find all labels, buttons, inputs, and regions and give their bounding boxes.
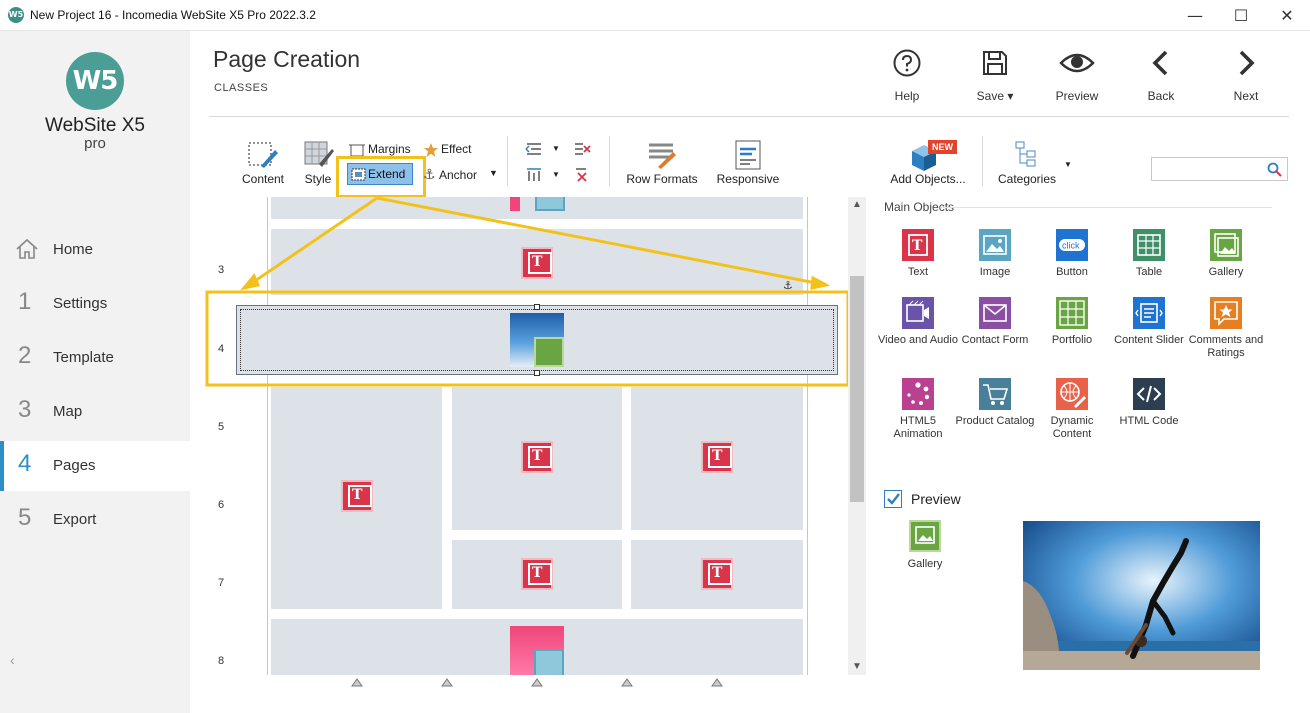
scroll-down-icon[interactable]: ▼	[852, 661, 862, 672]
object-comments-and-ratings[interactable]: Comments and Ratings	[1186, 297, 1266, 367]
html-code-icon	[1133, 378, 1165, 410]
gallery-preview-image	[1023, 521, 1260, 670]
yoga-photo	[1023, 521, 1260, 670]
object-label: Image	[979, 266, 1011, 278]
object-label: Text	[907, 266, 929, 278]
scroll-up-icon[interactable]: ▲	[852, 199, 862, 210]
preview-checkbox[interactable]	[884, 490, 902, 508]
object-button[interactable]: click Button	[1032, 229, 1112, 299]
object-label: Content Slider	[1114, 334, 1184, 346]
scrollbar-thumb[interactable]	[850, 276, 864, 502]
section-divider	[940, 207, 1272, 208]
object-video-and-audio[interactable]: Video and Audio	[878, 297, 958, 367]
checkmark-icon	[887, 493, 900, 505]
gallery-glyph	[915, 526, 935, 544]
object-html5-animation[interactable]: HTML5 Animation	[878, 378, 958, 448]
object-label: Gallery	[1208, 266, 1244, 278]
object-content-slider[interactable]: Content Slider	[1109, 297, 1189, 367]
portfolio-object-icon	[1056, 297, 1088, 329]
button-object-icon: click	[1056, 229, 1088, 261]
dynamic-content-icon	[1056, 378, 1088, 410]
object-html-code[interactable]: HTML Code	[1109, 378, 1189, 448]
object-label: Comments and Ratings	[1188, 334, 1264, 359]
object-label: HTML Code	[1119, 415, 1179, 427]
object-image[interactable]: Image	[955, 229, 1035, 299]
object-contact-form[interactable]: Contact Form	[955, 297, 1035, 367]
content-slider-icon	[1133, 297, 1165, 329]
object-label: Contact Form	[961, 334, 1029, 346]
object-label: Dynamic Content	[1050, 415, 1094, 440]
object-label: Video and Audio	[878, 334, 958, 346]
object-table[interactable]: Table	[1109, 229, 1189, 299]
image-object-icon	[979, 229, 1011, 261]
object-portfolio[interactable]: Portfolio	[1032, 297, 1112, 367]
object-label: Portfolio	[1051, 334, 1093, 346]
html5-animation-icon	[902, 378, 934, 410]
object-label: HTML5 Animation	[893, 415, 943, 440]
table-object-icon	[1133, 229, 1165, 261]
column-resize-handles[interactable]	[350, 676, 730, 687]
object-gallery[interactable]: Gallery	[1186, 229, 1266, 299]
svg-text:click: click	[1062, 241, 1080, 251]
comments-ratings-icon	[1210, 297, 1242, 329]
preview-object-label: Gallery	[907, 558, 943, 570]
video-object-icon	[902, 297, 934, 329]
object-label: Table	[1135, 266, 1163, 278]
contact-form-icon	[979, 297, 1011, 329]
gallery-object-icon	[909, 520, 941, 552]
object-text[interactable]: T Text	[878, 229, 958, 299]
preview-checkbox-label: Preview	[911, 491, 961, 507]
svg-text:T: T	[912, 238, 923, 254]
object-label: Button	[1056, 266, 1088, 278]
object-label: Product Catalog	[955, 415, 1035, 427]
product-catalog-icon	[979, 378, 1011, 410]
gallery-object-icon	[1210, 229, 1242, 261]
text-object-icon: T	[902, 229, 934, 261]
object-dynamic-content[interactable]: Dynamic Content	[1032, 378, 1112, 448]
object-product-catalog[interactable]: Product Catalog	[955, 378, 1035, 448]
